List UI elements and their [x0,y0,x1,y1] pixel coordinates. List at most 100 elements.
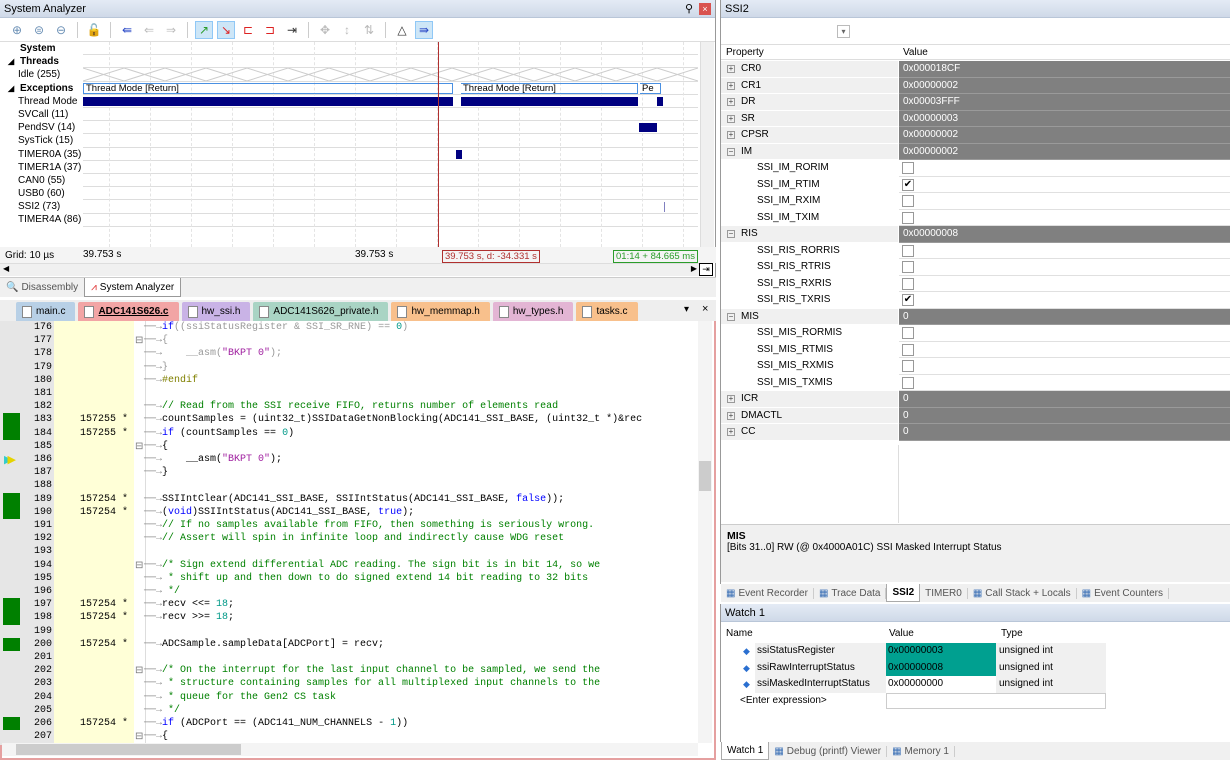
watch-row[interactable]: ◆ ssiRawInterruptStatus 0x00000008 unsigned… [721,659,1106,677]
close-file-icon[interactable]: × [702,303,708,315]
register-row-ssi_ris_txris[interactable]: SSI_RIS_TXRIS ✔ [721,292,1230,309]
zoom-out-button[interactable]: ⊖ [52,21,70,39]
register-row-ris[interactable]: − RIS 0x00000008 [721,226,1230,243]
register-value[interactable]: 0x000018CF [899,61,1230,78]
code-line[interactable]: ──→#endif [2,374,698,387]
register-row-cr1[interactable]: + CR1 0x00000002 [721,77,1230,94]
vertical-scrollbar[interactable] [700,42,714,263]
code-line[interactable]: ──→} [2,361,698,374]
fold-icon[interactable]: ⊟ [135,335,143,346]
scroll-right-icon[interactable]: ▶ [691,264,697,273]
register-row-ssi_mis_txmis[interactable]: SSI_MIS_TXMIS [721,374,1230,391]
bit-checkbox-cell[interactable] [899,193,1230,210]
exception-bar[interactable] [461,96,638,106]
code-line[interactable]: ──→ __asm("BKPT 0"); [2,453,698,466]
bit-checkbox[interactable] [902,360,914,372]
collapse-icon[interactable]: − [727,147,735,156]
tab-memory-1[interactable]: ▦ Memory 1 [887,745,955,757]
register-value[interactable]: 0 [899,391,1230,408]
scroll-left-icon[interactable]: ◀ [3,264,9,273]
rising-edge-button[interactable]: ↗ [195,20,213,39]
code-line[interactable]: ──→{ [2,440,698,453]
code-line[interactable] [2,479,698,492]
close-icon[interactable]: × [699,3,711,15]
exception-bar[interactable] [456,149,462,159]
sort-button[interactable]: ⇅ [360,21,378,39]
register-value[interactable]: 0x00000002 [899,143,1230,160]
delta-button[interactable]: △ [393,21,411,39]
scroll-end-button[interactable]: ⇥ [699,263,713,276]
watch-value[interactable]: 0x00000008 [886,659,996,677]
file-tab[interactable]: tasks.c [576,302,638,321]
bit-checkbox[interactable] [902,327,914,339]
register-value[interactable]: 0x00003FFF [899,94,1230,111]
tab-watch-1[interactable]: Watch 1 [721,742,770,760]
code-line[interactable]: ──→} [2,466,698,479]
bit-checkbox[interactable] [902,277,914,290]
auto-scroll-button[interactable]: ⇛ [415,20,433,39]
falling-edge-button[interactable]: ↘ [217,20,235,39]
code-line[interactable] [2,545,698,558]
tab-event-counters[interactable]: ▦ Event Counters [1077,587,1170,599]
register-value[interactable]: 0 [899,424,1230,441]
time-cursor[interactable] [438,42,439,247]
tab-system-analyzer[interactable]: ⩘ System Analyzer [84,278,182,297]
code-line[interactable]: ──→ */ [2,704,698,717]
expand-icon[interactable]: + [727,98,735,106]
bit-checkbox[interactable]: ✔ [902,178,914,191]
register-row-ssi_mis_rxmis[interactable]: SSI_MIS_RXMIS [721,358,1230,375]
register-row-ssi_im_rorim[interactable]: SSI_IM_RORIM [721,160,1230,177]
fold-icon[interactable]: ⊟ [135,665,143,676]
tab-debug-printf-viewer[interactable]: ▦ Debug (printf) Viewer [769,745,888,757]
tab-ssi2[interactable]: SSI2 [886,584,921,602]
tab-list-icon[interactable]: ▾ [684,304,689,315]
register-value[interactable]: 0x00000002 [899,77,1230,94]
tab-disassembly[interactable]: 🔍 Disassembly [0,278,84,297]
collapse-icon[interactable]: ◢ [8,82,14,95]
code-line[interactable]: ──→// Assert will spin in infinite loop … [2,532,698,545]
bit-checkbox-cell[interactable] [899,374,1230,391]
expand-icon[interactable]: + [727,114,735,123]
expand-icon[interactable]: + [727,81,735,90]
code-line[interactable]: ──→ __asm("BKPT 0"); [2,347,698,360]
watch-row[interactable]: ◆ ssiStatusRegister 0x00000003 unsigned int [721,643,1106,661]
code-line[interactable]: ──→ */ [2,585,698,598]
zoom-in-button[interactable]: ⊕ [8,21,26,39]
register-row-ssi_mis_rormis[interactable]: SSI_MIS_RORMIS [721,325,1230,342]
bit-checkbox[interactable] [902,195,914,207]
register-row-cc[interactable]: + CC 0 [721,424,1230,441]
register-value[interactable]: 0 [899,407,1230,424]
jump-to-cursor-button[interactable]: ⇥ [283,21,301,39]
register-row-cr0[interactable]: + CR0 0x000018CF [721,61,1230,78]
center-button[interactable]: ✥ [316,21,334,39]
bit-checkbox-cell[interactable] [899,160,1230,177]
bit-checkbox-cell[interactable] [899,325,1230,342]
code-line[interactable] [2,387,698,400]
file-tab[interactable]: ADC141S626.c [78,302,179,321]
bit-checkbox-cell[interactable]: ✔ [899,292,1230,309]
filter-dropdown[interactable]: ▾ [837,25,850,38]
register-row-ssi_ris_rxris[interactable]: SSI_RIS_RXRIS [721,275,1230,292]
code-line[interactable]: ──→// Read from the SSI receive FIFO, re… [2,400,698,413]
watch-value[interactable]: 0x00000003 [886,643,996,661]
zoom-fit-button[interactable]: ⊜ [30,21,48,39]
bit-checkbox[interactable] [902,376,914,389]
register-value[interactable]: 0 [899,308,1230,325]
code-line[interactable]: ──→// If no samples available from FIFO,… [2,519,698,532]
tab-event-recorder[interactable]: ▦ Event Recorder [721,587,814,599]
register-row-ssi_im_rtim[interactable]: SSI_IM_RTIM ✔ [721,176,1230,193]
bit-checkbox[interactable]: ✔ [902,294,914,306]
fold-icon[interactable]: ⊟ [135,441,143,452]
bit-checkbox-cell[interactable] [899,358,1230,375]
register-row-ssi_im_txim[interactable]: SSI_IM_TXIM [721,209,1230,226]
bit-checkbox[interactable] [902,261,914,273]
exception-bar[interactable] [657,96,663,106]
register-row-ssi_ris_rtris[interactable]: SSI_RIS_RTRIS [721,259,1230,276]
editor-hscroll[interactable] [2,743,698,756]
collapse-icon[interactable]: ◢ [8,55,14,68]
file-tab[interactable]: hw_memmap.h [391,302,490,321]
back-button[interactable]: ⇐ [140,21,158,39]
register-row-sr[interactable]: + SR 0x00000003 [721,110,1230,127]
register-row-dmactl[interactable]: + DMACTL 0 [721,407,1230,424]
register-row-cpsr[interactable]: + CPSR 0x00000002 [721,127,1230,144]
